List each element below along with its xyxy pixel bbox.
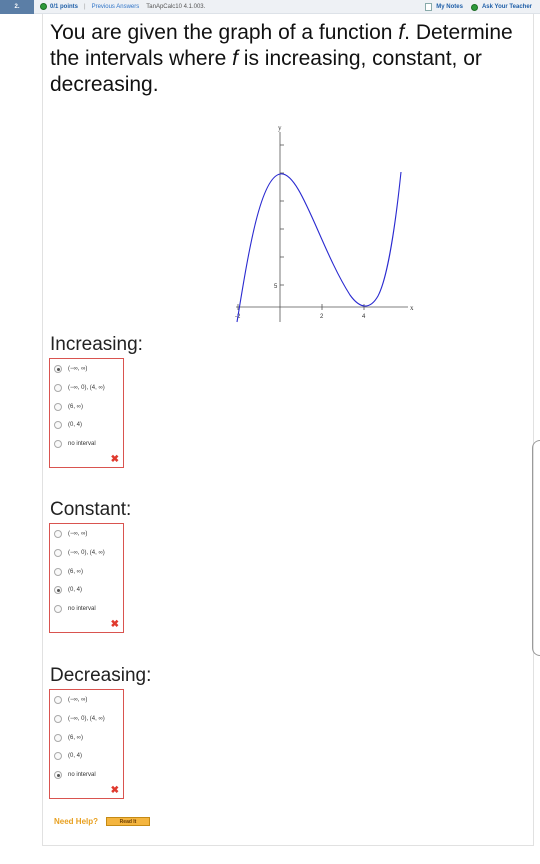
points-text: 0/1 points	[50, 3, 79, 10]
incorrect-icon: ✖	[110, 785, 119, 796]
problem-reference: TanApCalc10 4.1.003.	[146, 3, 206, 10]
option-label: (−∞, 0), (4, ∞)	[68, 550, 105, 556]
option-label: no interval	[68, 606, 96, 612]
side-panel-handle[interactable]	[532, 440, 540, 656]
tick-label-5: 5	[274, 284, 278, 290]
radio-button[interactable]	[54, 530, 62, 538]
option-label: (−∞, ∞)	[68, 697, 88, 703]
function-curve	[236, 171, 402, 323]
constant-option-2[interactable]: (6, ∞)	[54, 568, 83, 576]
option-label: no interval	[68, 441, 96, 447]
decreasing-option-4[interactable]: no interval	[54, 771, 96, 779]
increasing-option-0[interactable]: (−∞, ∞)	[54, 365, 87, 373]
option-label: (6, ∞)	[68, 569, 83, 575]
increasing-label: Increasing:	[50, 334, 143, 355]
points-status: 0/1 points | Previous Answers TanApCalc1…	[40, 3, 205, 10]
incorrect-icon: ✖	[110, 619, 119, 630]
increasing-options: (−∞, ∞) (−∞, 0), (4, ∞) (6, ∞) (0, 4) no…	[49, 358, 124, 468]
option-label: (6, ∞)	[68, 735, 83, 741]
radio-button[interactable]	[54, 715, 62, 723]
constant-label: Constant:	[50, 499, 132, 520]
decreasing-option-2[interactable]: (6, ∞)	[54, 734, 83, 742]
radio-button[interactable]	[54, 586, 62, 594]
constant-option-4[interactable]: no interval	[54, 605, 96, 613]
radio-button[interactable]	[54, 440, 62, 448]
separator: |	[84, 3, 86, 10]
option-label: (0, 4)	[68, 753, 83, 759]
question-text: You are given the graph of a function f.…	[50, 20, 520, 98]
decreasing-option-3[interactable]: (0, 4)	[54, 752, 82, 760]
need-help-row: Need Help? Read It	[54, 817, 151, 826]
increasing-option-3[interactable]: (0, 4)	[54, 421, 82, 429]
radio-button[interactable]	[54, 734, 62, 742]
radio-button[interactable]	[54, 384, 62, 392]
x-axis-label: x	[410, 304, 414, 312]
radio-button[interactable]	[54, 752, 62, 760]
option-label: (−∞, ∞)	[68, 531, 88, 537]
decreasing-options: (−∞, ∞) (−∞, 0), (4, ∞) (6, ∞) (0, 4) no…	[49, 689, 124, 799]
function-graph: y x -2 2 4 5	[235, 124, 414, 323]
radio-button[interactable]	[54, 771, 62, 779]
tick-label-2: 2	[320, 314, 324, 320]
option-label: (−∞, ∞)	[68, 366, 88, 372]
radio-button[interactable]	[54, 605, 62, 613]
constant-option-1[interactable]: (−∞, 0), (4, ∞)	[54, 549, 105, 557]
axis-ticks	[237, 144, 365, 310]
question-part-1: You are given the graph of a function	[50, 21, 399, 44]
incorrect-icon: ✖	[110, 454, 119, 465]
my-notes-link[interactable]: My Notes	[436, 4, 463, 10]
decreasing-option-0[interactable]: (−∞, ∞)	[54, 696, 87, 704]
option-label: (0, 4)	[68, 422, 83, 428]
previous-answers-link[interactable]: Previous Answers	[92, 4, 140, 10]
option-label: (0, 4)	[68, 587, 83, 593]
radio-button[interactable]	[54, 568, 62, 576]
need-help-label: Need Help?	[54, 817, 99, 826]
increasing-option-2[interactable]: (6, ∞)	[54, 403, 83, 411]
ask-teacher-link[interactable]: Ask Your Teacher	[482, 4, 532, 10]
option-label: no interval	[68, 772, 96, 778]
decreasing-label: Decreasing:	[50, 665, 152, 686]
option-label: (−∞, 0), (4, ∞)	[68, 716, 105, 722]
radio-button[interactable]	[54, 403, 62, 411]
increasing-option-1[interactable]: (−∞, 0), (4, ∞)	[54, 384, 105, 392]
constant-option-3[interactable]: (0, 4)	[54, 586, 82, 594]
y-axis-label: y	[278, 124, 282, 132]
question-number: 2.	[0, 0, 34, 14]
question-header-bar: 2. 0/1 points | Previous Answers TanApCa…	[0, 0, 540, 14]
read-it-button[interactable]: Read It	[106, 817, 151, 826]
constant-options: (−∞, ∞) (−∞, 0), (4, ∞) (6, ∞) (0, 4) no…	[49, 523, 124, 633]
option-label: (−∞, 0), (4, ∞)	[68, 385, 105, 391]
points-status-icon	[40, 3, 47, 10]
notes-icon	[425, 3, 433, 11]
header-tools: My Notes Ask Your Teacher	[425, 3, 532, 11]
radio-button[interactable]	[54, 696, 62, 704]
decreasing-option-1[interactable]: (−∞, 0), (4, ∞)	[54, 715, 105, 723]
option-label: (6, ∞)	[68, 404, 83, 410]
constant-option-0[interactable]: (−∞, ∞)	[54, 530, 87, 538]
radio-button[interactable]	[54, 421, 62, 429]
radio-button[interactable]	[54, 549, 62, 557]
radio-button[interactable]	[54, 365, 62, 373]
increasing-option-4[interactable]: no interval	[54, 440, 96, 448]
tick-label-4: 4	[362, 314, 366, 320]
ask-teacher-icon	[470, 3, 478, 11]
